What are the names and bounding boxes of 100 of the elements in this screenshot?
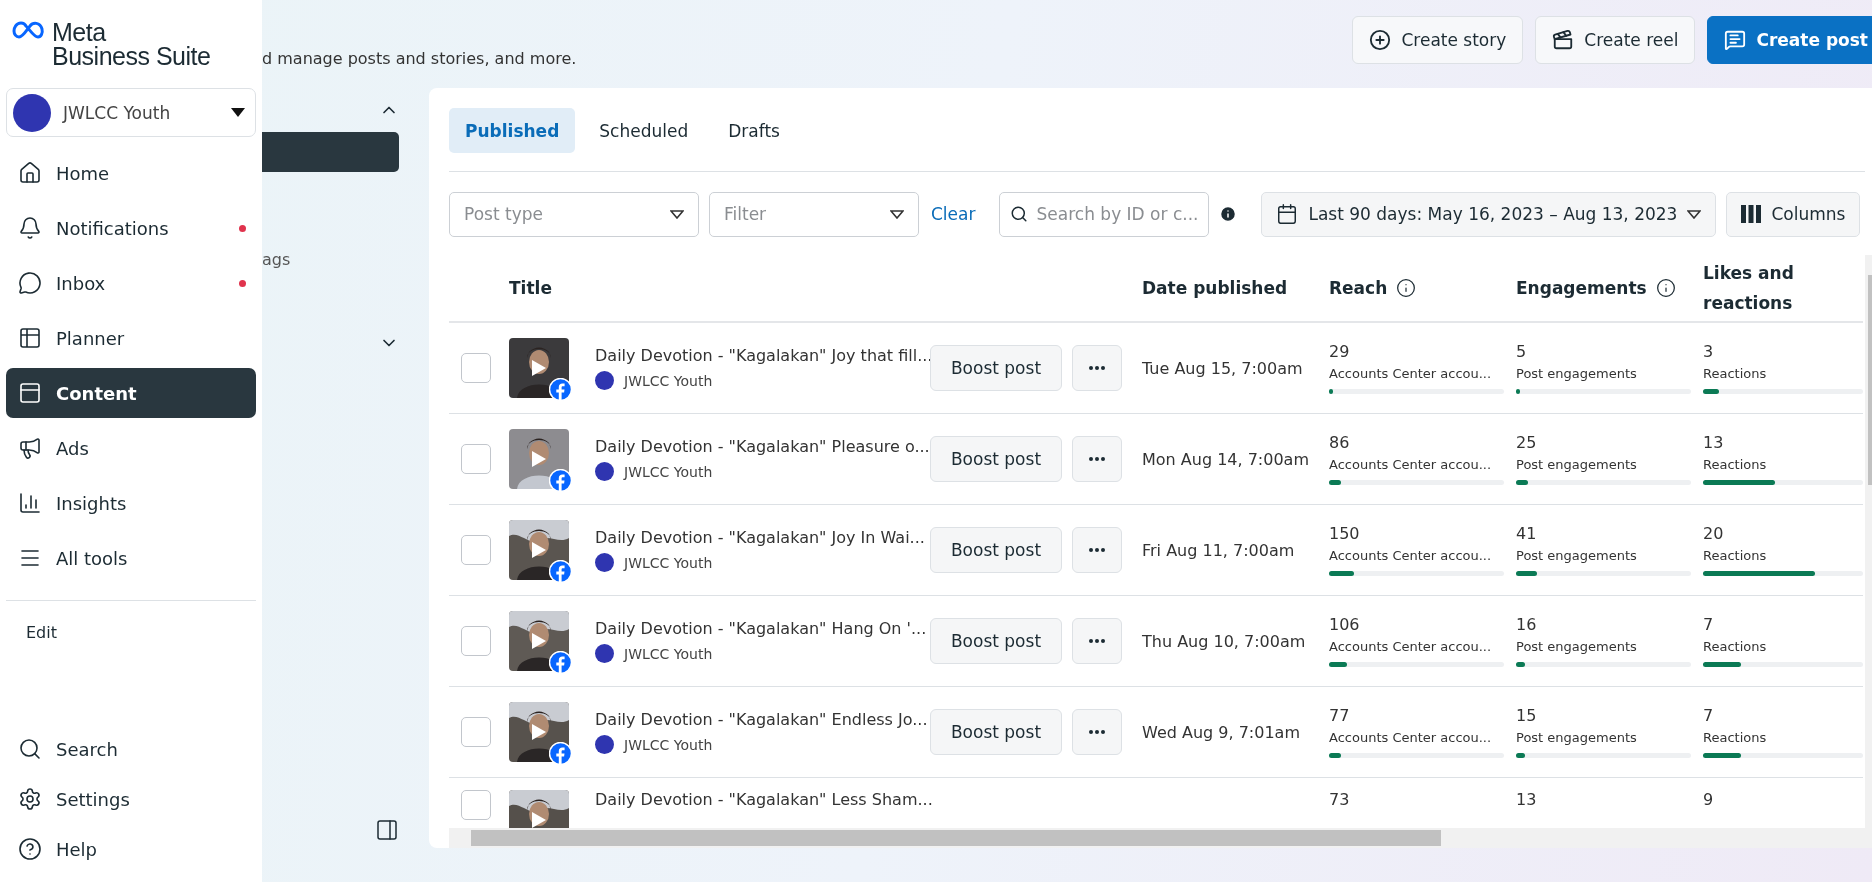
post-title[interactable]: Daily Devotion - "Kagalakan" Joy In Wai... (595, 528, 930, 547)
row-checkbox[interactable] (461, 790, 491, 820)
row-checkbox[interactable] (461, 353, 491, 383)
boost-button[interactable]: Boost post (930, 345, 1062, 391)
settings-icon (18, 787, 42, 811)
nav-item[interactable]: Settings (6, 774, 256, 824)
row-checkbox[interactable] (461, 717, 491, 747)
metric-caption: Reactions (1703, 638, 1767, 655)
metric-value: 7 (1703, 615, 1715, 634)
metric-caption: Accounts Center accou... (1329, 729, 1492, 746)
date-published: Fri Aug 11, 7:00am (1142, 540, 1296, 560)
more-icon (1089, 639, 1105, 643)
nav-item[interactable]: Planner (6, 313, 256, 363)
avatar-icon (595, 371, 614, 390)
product-name: Business Suite (52, 44, 211, 68)
metric-value: 13 (1516, 790, 1538, 809)
caret-icon (1687, 209, 1702, 219)
caret-icon (890, 209, 904, 219)
row-checkbox[interactable] (461, 626, 491, 656)
horizontal-scrollbar[interactable] (449, 828, 1872, 848)
post-title[interactable]: Daily Devotion - "Kagalakan" Hang On '... (595, 619, 930, 638)
create-button[interactable]: Create post (1707, 16, 1872, 64)
facebook-icon (549, 378, 572, 401)
facebook-icon (549, 651, 572, 674)
metric-caption: Post engagements (1516, 638, 1637, 655)
more-button[interactable] (1072, 436, 1122, 482)
metric-caption: Accounts Center accou... (1329, 638, 1492, 655)
post-title[interactable]: Daily Devotion - "Kagalakan" Endless Jo... (595, 710, 930, 729)
metric-value: 16 (1516, 615, 1538, 634)
page-subtitle: d manage posts and stories, and more. (262, 48, 577, 68)
menu-text: ags (262, 250, 291, 269)
metric-value: 25 (1516, 433, 1538, 452)
more-icon (1089, 730, 1105, 734)
nav-item[interactable]: All tools (6, 533, 256, 583)
metric-value: 106 (1329, 615, 1361, 634)
boost-button[interactable]: Boost post (930, 709, 1062, 755)
tab[interactable]: Published (449, 108, 576, 153)
more-button[interactable] (1072, 709, 1122, 755)
more-button[interactable] (1072, 527, 1122, 573)
avatar-icon (595, 735, 614, 754)
create-button[interactable]: Create reel (1535, 16, 1696, 64)
column-header: Likes and reactions (1703, 262, 1795, 315)
metric-caption: Accounts Center accou... (1329, 456, 1492, 473)
nav-item[interactable]: Content (6, 368, 256, 418)
metric-caption: Accounts Center accou... (1329, 365, 1492, 382)
nav-item[interactable]: Home (6, 148, 256, 198)
metric-value: 41 (1516, 524, 1538, 543)
edit-link[interactable]: Edit (26, 623, 256, 642)
post-title[interactable]: Daily Devotion - "Kagalakan" Pleasure o... (595, 437, 930, 456)
boost-button[interactable]: Boost post (930, 436, 1062, 482)
row-checkbox[interactable] (461, 535, 491, 565)
nav-item[interactable]: Inbox (6, 258, 256, 308)
boost-button[interactable]: Boost post (930, 527, 1062, 573)
metric-value: 9 (1703, 790, 1715, 809)
clear-link[interactable]: Clear (931, 204, 976, 224)
play-icon (531, 359, 547, 377)
metric-value: 77 (1329, 706, 1351, 725)
tab[interactable]: Drafts (712, 108, 796, 153)
nav-item[interactable]: Insights (6, 478, 256, 528)
post-title[interactable]: Daily Devotion - "Kagalakan" Joy that fill... (595, 346, 930, 365)
metric-value: 5 (1516, 342, 1528, 361)
metric-caption: Post engagements (1516, 729, 1637, 746)
info-icon[interactable] (1396, 278, 1417, 298)
facebook-icon (549, 742, 572, 765)
account-selector[interactable]: JWLCC Youth (6, 88, 256, 137)
metric-value: 29 (1329, 342, 1351, 361)
row-checkbox[interactable] (461, 444, 491, 474)
nav-item[interactable]: Notifications (6, 203, 256, 253)
play-icon (531, 723, 547, 741)
chat-icon (18, 271, 42, 295)
columns-button[interactable]: Columns (1726, 191, 1861, 237)
avatar-icon (595, 553, 614, 572)
boost-button[interactable]: Boost post (930, 618, 1062, 664)
metric-value: 15 (1516, 706, 1538, 725)
metric-caption: Post engagements (1516, 547, 1637, 564)
nav-item[interactable]: Ads (6, 423, 256, 473)
clapperboard-icon (1552, 29, 1575, 51)
metric-caption: Accounts Center accou... (1329, 547, 1492, 564)
panel-toggle-icon[interactable] (375, 818, 399, 842)
post-title[interactable]: Daily Devotion - "Kagalakan" Less Sham... (595, 790, 930, 809)
metric-value: 150 (1329, 524, 1361, 543)
play-icon (531, 541, 547, 559)
more-button[interactable] (1072, 618, 1122, 664)
info-icon[interactable] (1655, 278, 1676, 298)
create-button[interactable]: Create story (1352, 16, 1524, 64)
avatar-icon (595, 644, 614, 663)
planner-icon (18, 326, 42, 350)
metric-caption: Post engagements (1516, 365, 1637, 382)
more-button[interactable] (1072, 345, 1122, 391)
caret-icon (670, 209, 684, 219)
message-icon (1724, 29, 1747, 51)
play-icon (531, 450, 547, 468)
play-icon (531, 632, 547, 650)
nav-item[interactable]: Search (6, 724, 256, 774)
tab[interactable]: Scheduled (583, 108, 705, 153)
date-range-button[interactable]: Last 90 days: May 16, 2023 – Aug 13, 2023 (1261, 191, 1717, 237)
insights-icon (18, 491, 42, 515)
metric-caption: Reactions (1703, 547, 1767, 564)
nav-item[interactable]: Help (6, 824, 256, 874)
metric-caption: Reactions (1703, 365, 1767, 382)
